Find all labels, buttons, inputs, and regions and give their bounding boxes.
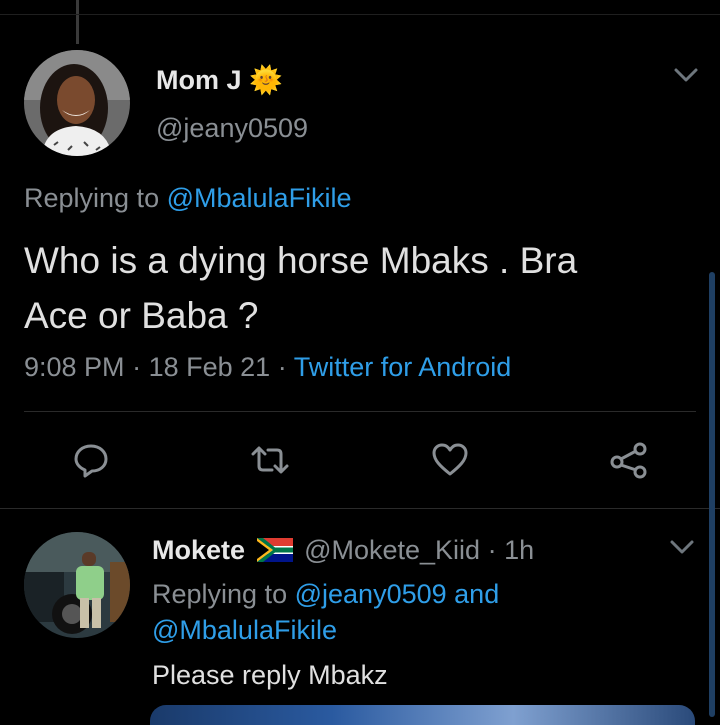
reply-replying-handle-1[interactable]: @jeany0509 <box>295 579 447 609</box>
south-africa-flag-icon <box>256 538 293 569</box>
author-name[interactable]: Mom J 🌞 <box>156 64 283 96</box>
like-button[interactable] <box>430 440 470 480</box>
chevron-down-icon[interactable] <box>672 66 700 89</box>
tweet-date: 18 Feb 21 <box>148 352 271 382</box>
reply-separator: · <box>487 535 497 565</box>
tweet-text-line-1: Who is a dying horse Mbaks . Bra <box>24 240 578 281</box>
divider <box>0 508 720 509</box>
reply-replying-handle-2[interactable]: @MbalulaFikile <box>152 615 337 645</box>
reply-icon <box>74 444 108 478</box>
tweet-text: Who is a dying horse Mbaks . Bra Ace or … <box>24 233 694 343</box>
meta-separator: · <box>277 352 287 382</box>
reply-replying-prefix: Replying to <box>152 579 288 609</box>
reply-button[interactable] <box>71 440 111 480</box>
author-name-text: Mom J <box>156 65 242 95</box>
thread-line <box>76 0 79 44</box>
reply-text: Please reply Mbakz <box>152 660 388 690</box>
reply-author-handle[interactable]: @Mokete_Kiid <box>304 535 480 565</box>
author-handle[interactable]: @jeany0509 <box>156 113 308 144</box>
replying-handle-link[interactable]: @MbalulaFikile <box>167 183 352 213</box>
top-divider <box>0 14 720 15</box>
replying-to: Replying to @MbalulaFikile <box>24 183 352 214</box>
like-icon <box>432 443 468 476</box>
chevron-down-icon[interactable] <box>668 538 696 561</box>
tweet-meta: 9:08 PM · 18 Feb 21 · Twitter for Androi… <box>24 352 511 383</box>
replying-prefix: Replying to <box>24 183 160 213</box>
tweet-text-line-2: Ace or Baba ? <box>24 295 259 336</box>
scrollbar-thumb[interactable] <box>709 272 715 717</box>
share-button[interactable] <box>609 440 649 480</box>
divider <box>24 411 696 412</box>
reply-header: Mokete @Mokete_Kiid · 1h <box>152 535 534 569</box>
author-avatar[interactable] <box>24 50 130 156</box>
reply-replying-to: Replying to @jeany0509 and @MbalulaFikil… <box>152 576 592 648</box>
sun-emoji-icon: 🌞 <box>249 65 283 95</box>
meta-separator: · <box>132 352 142 382</box>
reply-age: 1h <box>504 535 535 565</box>
retweet-icon <box>251 446 289 474</box>
share-icon <box>610 442 647 479</box>
tweet-time: 9:08 PM <box>24 352 125 382</box>
tweet-source-link[interactable]: Twitter for Android <box>294 352 512 382</box>
reply-author-avatar[interactable] <box>24 532 130 638</box>
retweet-button[interactable] <box>250 440 290 480</box>
reply-replying-and: and <box>454 579 500 609</box>
reply-media-preview[interactable] <box>150 705 695 725</box>
reply-author-name[interactable]: Mokete <box>152 535 245 565</box>
